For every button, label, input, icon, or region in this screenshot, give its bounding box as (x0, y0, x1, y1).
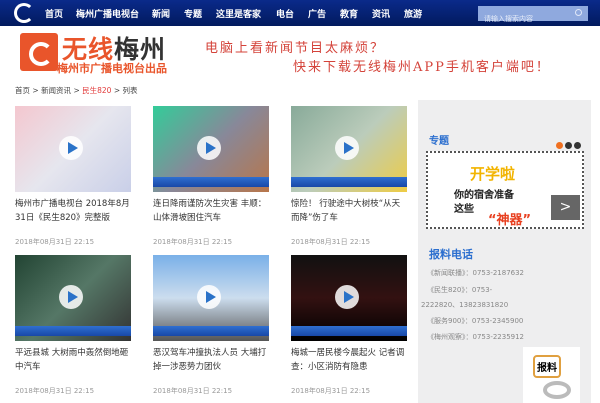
breadcrumb-sep: > (30, 86, 42, 95)
news-title[interactable]: 梅城一居民楼今晨起火 记者调查：小区消防有隐患 (291, 346, 407, 376)
brand-logo-icon[interactable] (20, 33, 58, 71)
caption-bar (153, 177, 269, 187)
caption-bar (291, 326, 407, 336)
nav-topics[interactable]: 专题 (184, 7, 202, 20)
banner-text: 你的宿舍准备 (454, 190, 514, 201)
hotline-item: 《服务900》：0753-2345900 (427, 317, 524, 325)
video-thumbnail[interactable] (291, 255, 407, 341)
slogan-line-2: 快来下载无线梅州APP手机客户端吧！ (293, 60, 551, 75)
news-title[interactable]: 惊险！ 行驶途中大树枝“从天而降”伤了车 (291, 197, 407, 227)
news-title[interactable]: 连日降雨谨防次生灾害 丰顺：山体滑坡困住汽车 (153, 197, 269, 227)
play-icon[interactable] (335, 285, 359, 309)
carousel-next-button[interactable]: > (551, 195, 580, 220)
search-box (478, 6, 588, 27)
news-card[interactable]: 梅城一居民楼今晨起火 记者调查：小区消防有隐患 2018年08月31日 22:1… (291, 255, 407, 396)
news-date: 2018年08月31日 22:15 (153, 387, 233, 395)
carousel-dot[interactable] (556, 142, 563, 149)
nav-ads[interactable]: 广告 (308, 7, 326, 20)
news-date: 2018年08月31日 22:15 (291, 387, 371, 395)
news-date: 2018年08月31日 22:15 (153, 238, 233, 246)
hotline-item: 《梅州观察》：0753-2235912 (427, 333, 525, 341)
news-title[interactable]: 梅州市广播电视台 2018年8月31日《民生820》完整版 (15, 197, 131, 227)
video-thumbnail[interactable] (15, 106, 131, 192)
banner-text: 这些 (454, 204, 474, 215)
hotline-item: 2222820、13823831820 (421, 301, 509, 309)
play-icon[interactable] (335, 136, 359, 160)
breadcrumb-section[interactable]: 民生820 (82, 86, 111, 95)
nav-news[interactable]: 新闻 (152, 7, 170, 20)
nav-education[interactable]: 教育 (340, 7, 358, 20)
slogan-line-1: 电脑上看新闻节目太麻烦？ (205, 41, 386, 56)
news-date: 2018年08月31日 22:15 (15, 387, 95, 395)
hotline-heading: 报料电话 (429, 248, 473, 261)
nav-home[interactable]: 首页 (45, 7, 63, 20)
topic-heading: 专题 (429, 136, 449, 147)
video-thumbnail[interactable] (291, 106, 407, 192)
news-card[interactable]: 平远县城 大树雨中轰然倒地砸中汽车 2018年08月31日 22:15 (15, 255, 131, 396)
play-icon[interactable] (197, 285, 221, 309)
news-card[interactable]: 连日降雨谨防次生灾害 丰顺：山体滑坡困住汽车 2018年08月31日 22:15 (153, 106, 269, 247)
breadcrumb: 首页 > 新闻资讯 > 民生820 > 列表 (15, 85, 138, 96)
video-thumbnail[interactable] (15, 255, 131, 341)
hotline-item: 《民生820》：0753- (427, 286, 493, 294)
breadcrumb-sep: > (111, 86, 123, 95)
news-card[interactable]: 惊险！ 行驶途中大树枝“从天而降”伤了车 2018年08月31日 22:15 (291, 106, 407, 247)
news-title[interactable]: 恶汉驾车冲撞执法人员 大埔打掉一涉恶势力团伙 (153, 346, 269, 376)
phone-icon (543, 381, 571, 399)
news-card[interactable]: 梅州市广播电视台 2018年8月31日《民生820》完整版 2018年08月31… (15, 106, 131, 247)
caption-bar (291, 177, 407, 187)
play-icon[interactable] (59, 136, 83, 160)
news-date: 2018年08月31日 22:15 (15, 238, 95, 246)
nav-radio[interactable]: 电台 (276, 7, 294, 20)
search-input[interactable] (478, 12, 568, 27)
hotline-item: 《新闻联播》：0753-2187632 (427, 269, 525, 277)
video-thumbnail[interactable] (153, 106, 269, 192)
banner-text: 开学啦 (470, 165, 516, 183)
nav-hakka[interactable]: 这里是客家 (216, 7, 261, 20)
news-card[interactable]: 恶汉驾车冲撞执法人员 大埔打掉一涉恶势力团伙 2018年08月31日 22:15 (153, 255, 269, 396)
caption-bar (153, 326, 269, 336)
caption-bar (15, 326, 131, 336)
carousel-dot[interactable] (565, 142, 572, 149)
banner-text: “神器” (488, 213, 532, 228)
video-thumbnail[interactable] (153, 255, 269, 341)
nav-station[interactable]: 梅州广播电视台 (76, 7, 139, 20)
play-icon[interactable] (59, 285, 83, 309)
carousel-dot[interactable] (574, 142, 581, 149)
report-tip-image[interactable]: 报料 (523, 347, 580, 403)
news-title[interactable]: 平远县城 大树雨中轰然倒地砸中汽车 (15, 346, 131, 376)
nav-travel[interactable]: 旅游 (404, 7, 422, 20)
search-icon[interactable] (575, 9, 582, 16)
sidebar: 专题 开学啦 你的宿舍准备 这些 “神器” > 报料电话 《新闻联播》：0753… (418, 100, 591, 403)
breadcrumb-home[interactable]: 首页 (15, 86, 30, 95)
top-nav: 首页 梅州广播电视台 新闻 专题 这里是客家 电台 广告 教育 资讯 旅游 (0, 0, 600, 27)
play-icon[interactable] (197, 136, 221, 160)
report-tip-label: 报料 (533, 355, 561, 378)
nav-info[interactable]: 资讯 (372, 7, 390, 20)
breadcrumb-sep: > (71, 86, 83, 95)
news-date: 2018年08月31日 22:15 (291, 238, 371, 246)
breadcrumb-current: 列表 (122, 86, 138, 95)
breadcrumb-news[interactable]: 新闻资讯 (41, 86, 71, 95)
brand-subtitle: 梅州市广播电视台出品 (57, 62, 167, 75)
site-logo-icon[interactable] (14, 3, 34, 23)
